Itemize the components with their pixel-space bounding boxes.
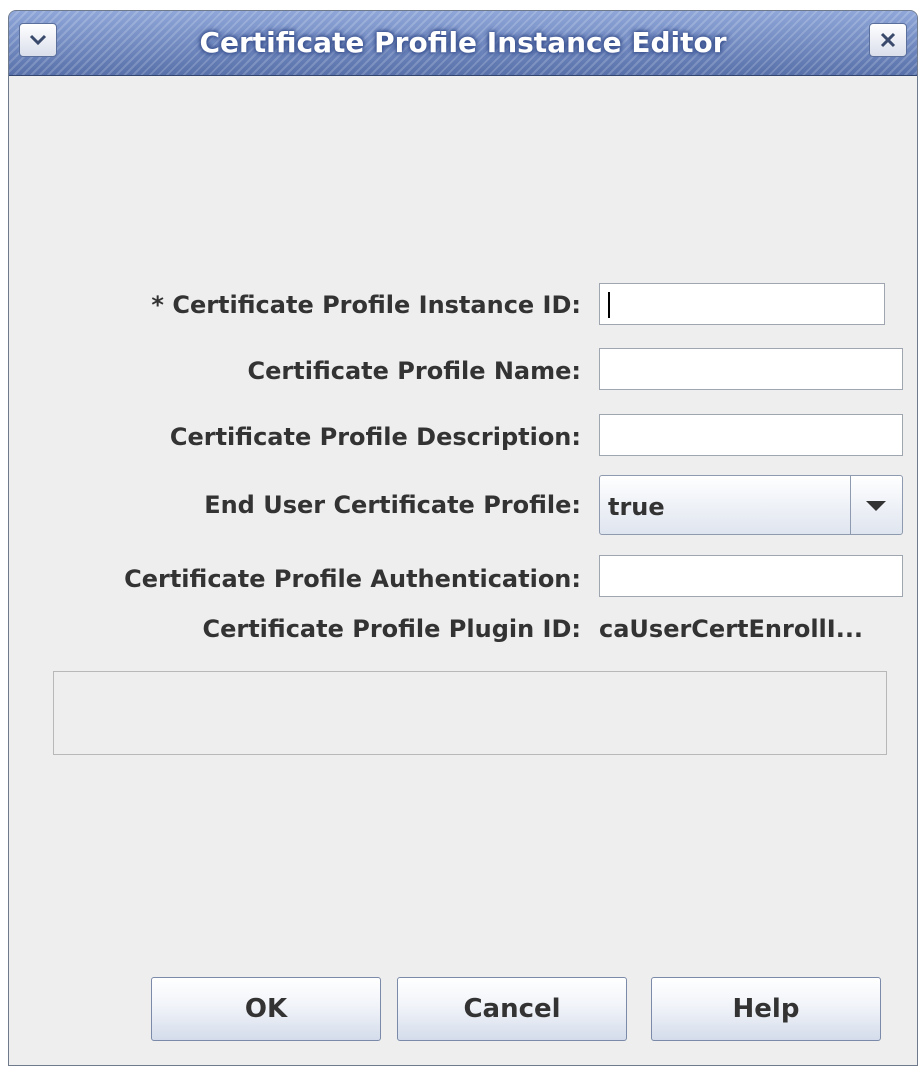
profile-name-input[interactable] <box>599 348 903 390</box>
instance-id-label: * Certificate Profile Instance ID: <box>151 291 581 319</box>
window-close-button[interactable] <box>869 23 907 57</box>
window-title: Certificate Profile Instance Editor <box>199 26 727 59</box>
cancel-button[interactable]: Cancel <box>397 977 627 1041</box>
triangle-down-icon <box>866 501 886 511</box>
plugin-id-label: Certificate Profile Plugin ID: <box>202 615 581 643</box>
end-user-profile-value: true <box>608 493 665 521</box>
dialog-window: Certificate Profile Instance Editor * Ce… <box>8 10 918 1066</box>
combo-arrow-button[interactable] <box>851 476 902 534</box>
instance-id-input[interactable] <box>599 283 885 325</box>
plugin-id-value: caUserCertEnrollI... <box>599 615 864 643</box>
profile-authentication-input[interactable] <box>599 555 903 597</box>
empty-panel <box>53 671 887 755</box>
ok-button[interactable]: OK <box>151 977 381 1041</box>
profile-description-input[interactable] <box>599 414 903 456</box>
end-user-profile-select[interactable]: true <box>599 475 903 535</box>
chevron-down-icon <box>29 34 47 46</box>
profile-description-label: Certificate Profile Description: <box>169 423 581 451</box>
end-user-profile-label: End User Certificate Profile: <box>204 491 581 519</box>
text-caret <box>608 292 610 318</box>
profile-authentication-label: Certificate Profile Authentication: <box>124 565 581 593</box>
help-button[interactable]: Help <box>651 977 881 1041</box>
close-icon <box>880 32 896 48</box>
profile-name-label: Certificate Profile Name: <box>247 357 581 385</box>
window-menu-button[interactable] <box>19 23 57 57</box>
title-bar[interactable]: Certificate Profile Instance Editor <box>9 11 917 76</box>
